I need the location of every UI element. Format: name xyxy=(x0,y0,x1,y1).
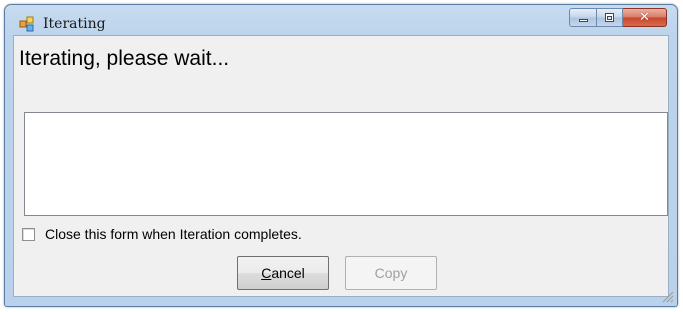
app-form-icon xyxy=(19,16,34,32)
client-area: Iterating, please wait... xyxy=(13,35,669,297)
cancel-button[interactable]: Cancel xyxy=(237,256,329,290)
resize-grip-icon[interactable] xyxy=(660,289,674,303)
cancel-label: ancel xyxy=(271,265,305,281)
caption-buttons: ✕ xyxy=(569,8,667,28)
maximize-icon xyxy=(605,13,614,22)
status-heading: Iterating, please wait... xyxy=(19,47,230,70)
copy-label: Copy xyxy=(374,265,408,281)
close-icon: ✕ xyxy=(639,10,650,25)
minimize-button[interactable] xyxy=(569,8,597,27)
cancel-mnemonic: C xyxy=(261,265,272,281)
dialog-window: Iterating ✕ Iterating, please wait... xyxy=(4,4,678,307)
close-on-complete-checkbox[interactable] xyxy=(22,227,35,241)
close-on-complete-option[interactable]: Close this form when Iteration completes… xyxy=(22,226,302,242)
close-on-complete-label[interactable]: Close this form when Iteration completes… xyxy=(45,226,302,242)
copy-button[interactable]: Copy xyxy=(345,256,437,290)
output-textbox[interactable] xyxy=(24,112,668,216)
title-bar[interactable]: Iterating ✕ xyxy=(5,5,677,35)
window-title: Iterating xyxy=(43,16,106,32)
maximize-button[interactable] xyxy=(597,8,623,27)
minimize-icon xyxy=(579,19,588,22)
close-button[interactable]: ✕ xyxy=(623,8,667,27)
